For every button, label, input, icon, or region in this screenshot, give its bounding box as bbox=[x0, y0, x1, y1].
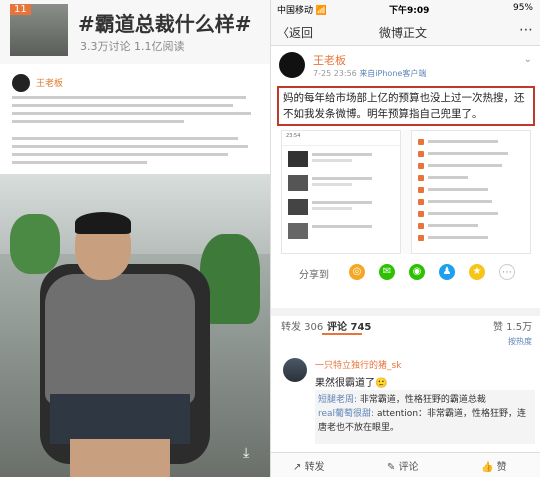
topic-header: 11 #霸道总裁什么样# 3.3万讨论 1.1亿阅读 bbox=[0, 0, 270, 64]
more-share-icon[interactable]: ⋯ bbox=[499, 264, 515, 280]
post-meta: 7-25 23:56 来自iPhone客户端 bbox=[313, 68, 426, 79]
download-icon[interactable]: ⤓ bbox=[243, 445, 249, 461]
tab-repost[interactable]: 转发 306 bbox=[281, 318, 323, 333]
topic-stats: 3.3万讨论 1.1亿阅读 bbox=[80, 40, 185, 53]
page-title: 微博正文 bbox=[379, 26, 428, 40]
left-panel: 11 #霸道总裁什么样# 3.3万讨论 1.1亿阅读 王老板 ⤓ bbox=[0, 0, 270, 477]
chevron-down-icon[interactable]: ⌄ bbox=[524, 54, 532, 65]
post-photo[interactable] bbox=[0, 174, 270, 477]
sort-button[interactable]: 按热度 bbox=[508, 336, 532, 347]
plant-left bbox=[10, 214, 60, 274]
embedded-screenshot-2 bbox=[411, 130, 531, 254]
qq-icon[interactable]: ♟ bbox=[439, 264, 455, 280]
post-date: 7-25 23:56 bbox=[313, 69, 357, 78]
post-source[interactable]: 来自iPhone客户端 bbox=[359, 69, 426, 78]
post-author[interactable]: 王老板 bbox=[36, 76, 63, 89]
battery: 95% bbox=[512, 3, 533, 13]
person-legs bbox=[70, 439, 170, 477]
carrier: 中国移动 📶 bbox=[277, 6, 328, 16]
share-label: 分享到 bbox=[299, 270, 329, 281]
reply-user-2[interactable]: real葡萄很甜: bbox=[318, 409, 374, 419]
topic-badge: 11 bbox=[10, 4, 31, 15]
repost-label: 转发 bbox=[304, 462, 325, 473]
tab-comment[interactable]: 评论 745 bbox=[327, 318, 371, 333]
topic-post-card[interactable]: 王老板 bbox=[0, 66, 270, 187]
comment-tabs: 转发 306 评论 745 赞 1.5万 bbox=[271, 308, 540, 335]
right-panel: 中国移动 📶 下午9:09 95% 〈返回 微博正文 ⋯ 王老板 7-25 23… bbox=[270, 0, 540, 477]
avatar[interactable] bbox=[12, 74, 30, 92]
reply-user-1[interactable]: 短腿老周: bbox=[318, 395, 357, 405]
nav-bar: 〈返回 微博正文 ⋯ bbox=[271, 18, 540, 46]
person-hair bbox=[75, 212, 131, 234]
reply-box[interactable]: 短腿老周: 非常霸道，性格狂野的霸道总裁 real葡萄很甜: attention… bbox=[315, 390, 535, 444]
qzone-icon[interactable]: ★ bbox=[469, 264, 485, 280]
embedded-screenshots[interactable]: 23:54 bbox=[281, 130, 531, 254]
topic-thumbnail[interactable]: 11 bbox=[10, 4, 68, 56]
bottom-action-bar: ↗ 转发 ✎ 评论 👍 赞 bbox=[271, 452, 540, 477]
tab-like[interactable]: 赞 1.5万 bbox=[493, 318, 532, 333]
commenter-name[interactable]: 一只特立独行的猪_sk bbox=[315, 358, 401, 371]
wechat-icon[interactable]: ✉ bbox=[379, 264, 395, 280]
person-shorts bbox=[50, 394, 190, 444]
clock: 下午9:09 bbox=[389, 6, 430, 16]
embedded-screenshot-1: 23:54 bbox=[281, 130, 401, 254]
reply-text-1: 非常霸道，性格狂野的霸道总裁 bbox=[359, 395, 486, 405]
embed-time: 23:54 bbox=[286, 133, 301, 139]
author-avatar[interactable] bbox=[279, 52, 305, 78]
topic-title: #霸道总裁什么样# bbox=[78, 12, 252, 36]
person-shirt bbox=[45, 274, 195, 404]
comment-button[interactable]: ✎ 评论 bbox=[387, 458, 419, 473]
tab-underline bbox=[322, 333, 362, 335]
repost-button[interactable]: ↗ 转发 bbox=[293, 458, 325, 473]
commenter-avatar[interactable] bbox=[283, 358, 307, 382]
back-button[interactable]: 〈返回 bbox=[277, 24, 313, 41]
like-label: 赞 bbox=[496, 462, 507, 473]
comment-text: 果然很霸道了🙂 bbox=[315, 378, 388, 389]
share-bar: 分享到 ◎ ✉ ◉ ♟ ★ ⋯ bbox=[271, 262, 540, 284]
like-button[interactable]: 👍 赞 bbox=[481, 458, 507, 473]
moments-icon[interactable]: ◉ bbox=[409, 264, 425, 280]
post-text: 妈的每年给市场部上亿的预算也没上过一次热搜，还不如我发条微博。明年预算指自己兜里… bbox=[277, 86, 535, 126]
more-icon[interactable]: ⋯ bbox=[519, 22, 533, 38]
status-bar: 中国移动 📶 下午9:09 95% bbox=[271, 0, 540, 18]
comment-label: 评论 bbox=[398, 462, 419, 473]
weibo-icon[interactable]: ◎ bbox=[349, 264, 365, 280]
author-name[interactable]: 王老板 bbox=[313, 52, 346, 68]
